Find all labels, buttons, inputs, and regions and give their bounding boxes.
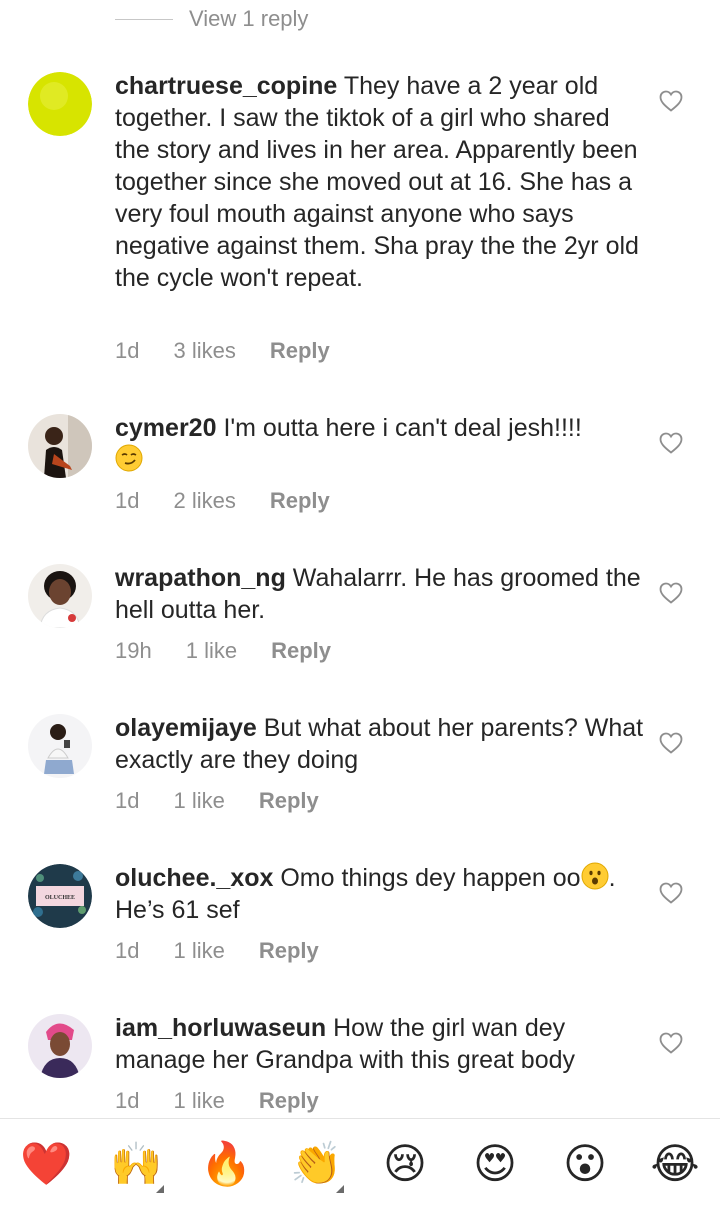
reply-button[interactable]: Reply bbox=[270, 338, 330, 364]
avatar[interactable] bbox=[28, 72, 92, 136]
reply-button[interactable]: Reply bbox=[271, 638, 331, 664]
avatar[interactable] bbox=[28, 414, 92, 478]
reply-button[interactable]: Reply bbox=[259, 938, 319, 964]
comment-meta: 1d 1 like Reply bbox=[115, 788, 353, 814]
surprised-face-reaction-button[interactable]: 😮 bbox=[560, 1139, 610, 1189]
comment-username[interactable]: cymer20 bbox=[115, 414, 216, 442]
comment-username[interactable]: wrapathon_ng bbox=[115, 564, 286, 592]
comment-time: 1d bbox=[115, 488, 140, 513]
heart-reaction-button[interactable]: ❤️ bbox=[20, 1139, 72, 1189]
like-heart-icon[interactable] bbox=[659, 432, 683, 454]
comment-body: cymer20 I'm outta here i can't deal jesh… bbox=[115, 412, 645, 476]
crying-face-reaction-button[interactable]: 😢 bbox=[380, 1139, 430, 1189]
comment-time: 1d bbox=[115, 338, 140, 363]
comment-body: oluchee._xox Omo things dey happen oo. H… bbox=[115, 862, 645, 926]
comment-likes[interactable]: 1 like bbox=[173, 788, 224, 814]
comment-text: I'm outta here i can't deal jesh!!!! bbox=[223, 414, 582, 442]
view-replies-label: View 1 reply bbox=[189, 6, 309, 31]
fire-reaction-button[interactable]: 🔥 bbox=[200, 1139, 252, 1189]
reply-thread-line bbox=[115, 18, 173, 20]
comment-time: 1d bbox=[115, 1088, 140, 1113]
comment-body: iam_horluwaseun How the girl wan dey man… bbox=[115, 1012, 645, 1076]
comment-text: Omo things dey happen oo bbox=[280, 864, 581, 892]
comment-username[interactable]: olayemijaye bbox=[115, 714, 257, 742]
comment-body: olayemijaye But what about her parents? … bbox=[115, 712, 645, 776]
like-heart-icon[interactable] bbox=[659, 582, 683, 604]
tears-of-joy-reaction-button[interactable]: 😂 bbox=[650, 1139, 700, 1189]
heart-eyes-reaction-button[interactable]: 😍 bbox=[470, 1139, 520, 1189]
like-heart-icon[interactable] bbox=[659, 882, 683, 904]
raised-hands-reaction-button[interactable]: 🙌 bbox=[110, 1139, 162, 1189]
comment-time: 19h bbox=[115, 638, 152, 663]
comment-username[interactable]: oluchee._xox bbox=[115, 864, 273, 892]
avatar[interactable] bbox=[28, 1014, 92, 1078]
comment-username[interactable]: chartruese_copine bbox=[115, 72, 337, 100]
comment-meta: 1d 1 like Reply bbox=[115, 1088, 353, 1114]
view-replies-link[interactable]: View 1 reply bbox=[115, 4, 308, 34]
comment-text: They have a 2 year old together. I saw t… bbox=[115, 72, 639, 292]
comment-meta: 1d 2 likes Reply bbox=[115, 488, 364, 514]
like-heart-icon[interactable] bbox=[659, 90, 683, 112]
like-heart-icon[interactable] bbox=[659, 1032, 683, 1054]
reply-button[interactable]: Reply bbox=[259, 788, 319, 814]
comment-likes[interactable]: 1 like bbox=[186, 638, 237, 664]
smirk-emoji-icon bbox=[115, 444, 143, 472]
like-heart-icon[interactable] bbox=[659, 732, 683, 754]
clapping-hands-reaction-button[interactable]: 👏 bbox=[290, 1139, 342, 1189]
comment-time: 1d bbox=[115, 788, 140, 813]
comment-time: 1d bbox=[115, 938, 140, 963]
comment-body: chartruese_copine They have a 2 year old… bbox=[115, 70, 645, 294]
comment-meta: 1d 3 likes Reply bbox=[115, 338, 364, 364]
comment-meta: 1d 1 like Reply bbox=[115, 938, 353, 964]
avatar[interactable]: OLUCHEE bbox=[28, 864, 92, 928]
avatar-brand-text: OLUCHEE bbox=[45, 895, 75, 901]
comment-likes[interactable]: 1 like bbox=[173, 1088, 224, 1114]
comment-username[interactable]: iam_horluwaseun bbox=[115, 1014, 326, 1042]
quick-reactions-bar: ❤️ 🙌 🔥 👏 😢 😍 😮 😂 bbox=[0, 1118, 720, 1210]
comment-likes[interactable]: 2 likes bbox=[173, 488, 235, 514]
skin-tone-indicator-icon bbox=[156, 1185, 164, 1193]
comment-likes[interactable]: 3 likes bbox=[173, 338, 235, 364]
comment-body: wrapathon_ng Wahalarrr. He has groomed t… bbox=[115, 562, 645, 626]
avatar[interactable] bbox=[28, 564, 92, 628]
reply-button[interactable]: Reply bbox=[270, 488, 330, 514]
comment-likes[interactable]: 1 like bbox=[173, 938, 224, 964]
hushed-emoji-icon bbox=[581, 862, 609, 890]
skin-tone-indicator-icon bbox=[336, 1185, 344, 1193]
reply-button[interactable]: Reply bbox=[259, 1088, 319, 1114]
avatar[interactable] bbox=[28, 714, 92, 778]
comment-meta: 19h 1 like Reply bbox=[115, 638, 365, 664]
